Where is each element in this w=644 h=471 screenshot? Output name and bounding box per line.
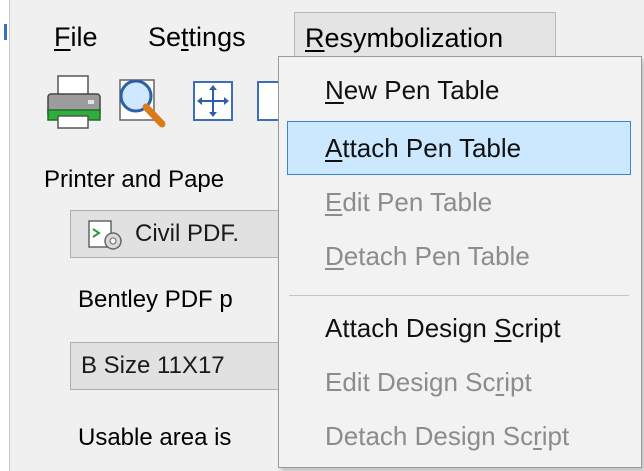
resymbolization-dropdown: New Pen Table Attach Pen Table Edit Pen … <box>278 56 642 468</box>
printer-driver-combo[interactable]: Civil PDF. <box>70 210 284 258</box>
printer-paper-label: Printer and Pape <box>44 166 225 193</box>
paper-size-combo[interactable]: B Size 11X17 <box>70 342 284 390</box>
menu-file[interactable]: File <box>44 12 108 62</box>
menu-item-label-pre: Edit Design Sc <box>325 367 496 397</box>
menu-item-attach-pen-table[interactable]: Attach Pen Table <box>287 121 631 175</box>
menu-item-label-post: ttach Pen Table <box>342 133 522 163</box>
menu-resymbolization[interactable]: Resymbolization <box>294 12 556 62</box>
menu-item-mnemonic: A <box>325 133 343 163</box>
menu-item-edit-pen-table[interactable]: Edit Pen Table <box>287 175 631 229</box>
menu-item-mnemonic: r <box>495 367 505 397</box>
printer-driver-value: Civil PDF. <box>135 220 240 247</box>
menu-item-detach-design-script[interactable]: Detach Design Script <box>287 409 631 463</box>
menu-file-post: ile <box>70 22 98 52</box>
menu-item-label-pre: Detach Design Sc <box>325 421 534 451</box>
menu-item-new-pen-table[interactable]: New Pen Table <box>287 63 631 117</box>
menu-separator <box>289 295 629 296</box>
printer-driver-icon <box>88 220 122 250</box>
printer-icon[interactable] <box>44 72 104 132</box>
menu-resym-post: esymbolization <box>324 23 504 53</box>
menu-settings-pre: Se <box>148 22 182 52</box>
menu-item-attach-design-script[interactable]: Attach Design Script <box>287 301 631 355</box>
menu-resym-mnemonic: R <box>305 23 325 53</box>
menu-item-mnemonic: E <box>325 187 343 217</box>
menu-item-label-post: ipt <box>504 367 532 397</box>
menu-item-label-post: ipt <box>541 421 570 451</box>
menu-item-mnemonic: r <box>533 421 542 451</box>
fit-view-icon[interactable] <box>192 80 234 122</box>
menu-item-mnemonic: N <box>325 75 344 105</box>
edge-accent <box>4 24 7 40</box>
menu-item-edit-design-script[interactable]: Edit Design Script <box>287 355 631 409</box>
menu-settings-post: tings <box>188 22 246 52</box>
menu-item-mnemonic: D <box>325 241 344 271</box>
usable-area-label: Usable area is <box>78 424 232 451</box>
menu-item-label-post: cript <box>511 313 561 343</box>
menu-settings[interactable]: Settings <box>138 12 256 62</box>
print-preview-icon[interactable] <box>114 72 172 132</box>
toolbar <box>44 72 284 132</box>
menu-item-mnemonic: S <box>494 313 512 343</box>
paper-size-value: B Size 11X17 <box>81 352 225 379</box>
menu-item-label-pre: Attach Design <box>325 313 495 343</box>
desktop-edge <box>0 0 9 471</box>
menu-item-detach-pen-table[interactable]: Detach Pen Table <box>287 229 631 283</box>
menu-file-mnemonic: F <box>54 22 71 52</box>
menu-item-label-post: ew Pen Table <box>343 75 500 105</box>
driver-description: Bentley PDF p <box>78 286 233 313</box>
menu-bar: File Settings Resymbolization <box>10 6 640 62</box>
menu-item-label-post: dit Pen Table <box>342 187 493 217</box>
menu-settings-mnemonic: t <box>181 22 189 52</box>
menu-item-label-post: etach Pen Table <box>343 241 530 271</box>
